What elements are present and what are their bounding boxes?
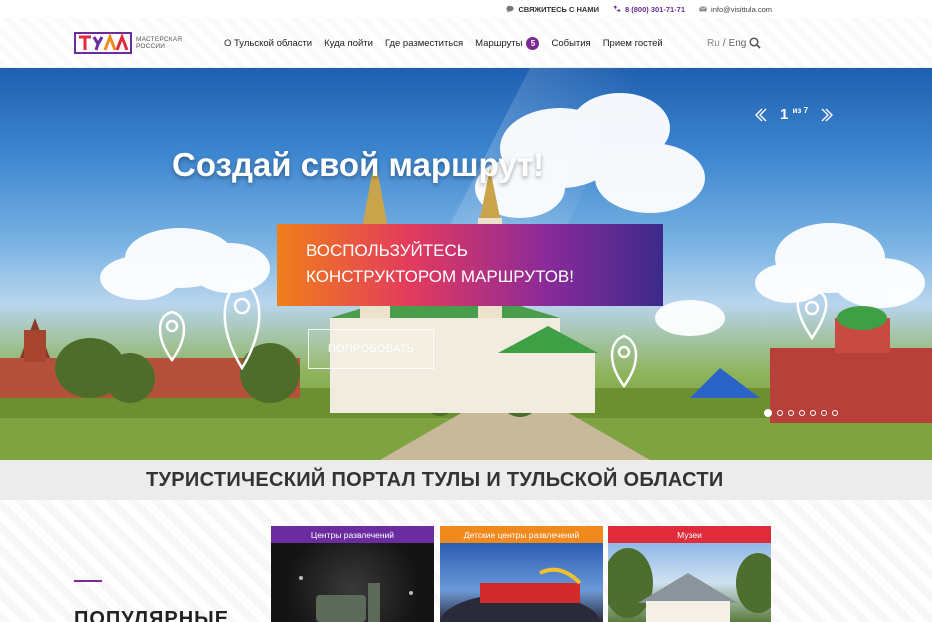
search-icon[interactable]: [749, 37, 761, 49]
slide-of-total: из 7: [792, 106, 809, 115]
phone-number: 8 (800) 301-71-71: [624, 4, 686, 14]
route-builder-promo[interactable]: ВОСПОЛЬЗУЙТЕСЬ КОНСТРУКТОРОМ МАРШРУТОВ!: [277, 224, 663, 306]
lang-ru[interactable]: Ru: [707, 38, 720, 49]
main-nav: О Тульской области Куда пойти Где размес…: [224, 18, 663, 68]
language-switcher: Ru / Eng: [707, 18, 746, 68]
nav-item-events[interactable]: События: [551, 38, 590, 49]
category-image: [608, 543, 771, 622]
slider-dot[interactable]: [821, 410, 827, 416]
slider-dot[interactable]: [799, 410, 805, 416]
hero-slider: Создай свой маршрут! ВОСПОЛЬЗУЙТЕСЬ КОНС…: [0, 68, 932, 460]
entertainment-photo: [299, 576, 413, 622]
category-label: Центры развлечений: [271, 526, 434, 543]
lang-en[interactable]: Eng: [729, 38, 747, 49]
popular-heading: ПОПУЛЯРНЫЕ: [74, 608, 230, 622]
slider-dot[interactable]: [832, 410, 838, 416]
portal-section-title: ТУРИСТИЧЕСКИЙ ПОРТАЛ ТУЛЫ И ТУЛЬСКОЙ ОБЛ…: [0, 460, 932, 500]
slide-current: 1: [780, 106, 789, 123]
email-link[interactable]: info@visittula.com: [699, 5, 772, 14]
promo-line-2: КОНСТРУКТОРОМ МАРШРУТОВ!: [306, 267, 574, 286]
category-label: Музеи: [608, 526, 771, 543]
nav-item-where-to-go[interactable]: Куда пойти: [324, 38, 373, 49]
try-button[interactable]: ПОПРОБОВАТЬ: [308, 329, 434, 369]
category-card-museums[interactable]: Музеи: [608, 526, 771, 622]
nav-item-label: Где разместиться: [384, 37, 464, 49]
phone-link[interactable]: 8 (800) 301-71-71: [613, 5, 685, 14]
slider-controls: 1 из 7: [754, 106, 834, 123]
slider-dot[interactable]: [777, 410, 783, 416]
phone-icon: [613, 5, 621, 12]
contact-us-label: СВЯЖИТЕСЬ С НАМИ: [518, 4, 599, 14]
slide-counter: 1 из 7: [780, 106, 808, 123]
top-bar: СВЯЖИТЕСЬ С НАМИ 8 (800) 301-71-71 info@…: [0, 0, 932, 18]
site-header: МАСТЕРСКАЯ РОССИИ О Тульской области Куд…: [0, 18, 932, 68]
nav-item-about-region[interactable]: О Тульской области: [224, 38, 312, 49]
museum-photo: [608, 548, 771, 622]
mail-icon: [699, 6, 707, 12]
chat-icon: [506, 5, 514, 13]
nav-item-label: Маршруты: [475, 37, 523, 49]
slider-dot[interactable]: [810, 410, 816, 416]
nav-item-routes[interactable]: Маршруты 5: [475, 36, 540, 50]
logo-caption: МАСТЕРСКАЯ РОССИИ: [136, 36, 182, 51]
popular-section: ПОПУЛЯРНЫЕ Центры развлечений Детские це…: [0, 500, 932, 622]
email-address: info@visittula.com: [711, 4, 772, 14]
nav-item-label: Куда пойти: [324, 37, 373, 49]
category-card-entertainment[interactable]: Центры развлечений: [271, 526, 434, 622]
lang-separator: /: [722, 37, 726, 49]
kids-center-photo: [440, 567, 600, 622]
category-card-kids-entertainment[interactable]: Детские центры развлечений: [440, 526, 603, 622]
logo-caption-text: МАСТЕРСКАЯ РОССИИ: [136, 35, 183, 51]
tula-logo-mark: [74, 32, 132, 54]
double-chevron-right-icon[interactable]: [820, 108, 834, 122]
accent-divider: [74, 580, 102, 582]
slider-dot[interactable]: [764, 409, 772, 417]
slider-dot[interactable]: [788, 410, 794, 416]
site-logo[interactable]: МАСТЕРСКАЯ РОССИИ: [74, 31, 182, 55]
slider-dots: [764, 409, 838, 417]
nav-item-where-to-stay[interactable]: Где разместиться: [385, 38, 463, 49]
contact-us-link[interactable]: СВЯЖИТЕСЬ С НАМИ: [506, 5, 599, 14]
category-image: [271, 543, 434, 622]
nav-item-hosting[interactable]: Прием гостей: [603, 38, 663, 49]
hero-title: Создай свой маршрут!: [172, 146, 545, 183]
nav-item-label: О Тульской области: [224, 37, 313, 49]
category-image: [440, 543, 603, 622]
nav-item-label: Прием гостей: [602, 37, 663, 49]
promo-line-1: ВОСПОЛЬЗУЙТЕСЬ: [306, 241, 468, 260]
double-chevron-left-icon[interactable]: [754, 108, 768, 122]
routes-count-badge: 5: [526, 36, 540, 50]
nav-item-label: События: [551, 37, 591, 49]
category-label: Детские центры развлечений: [440, 526, 603, 543]
